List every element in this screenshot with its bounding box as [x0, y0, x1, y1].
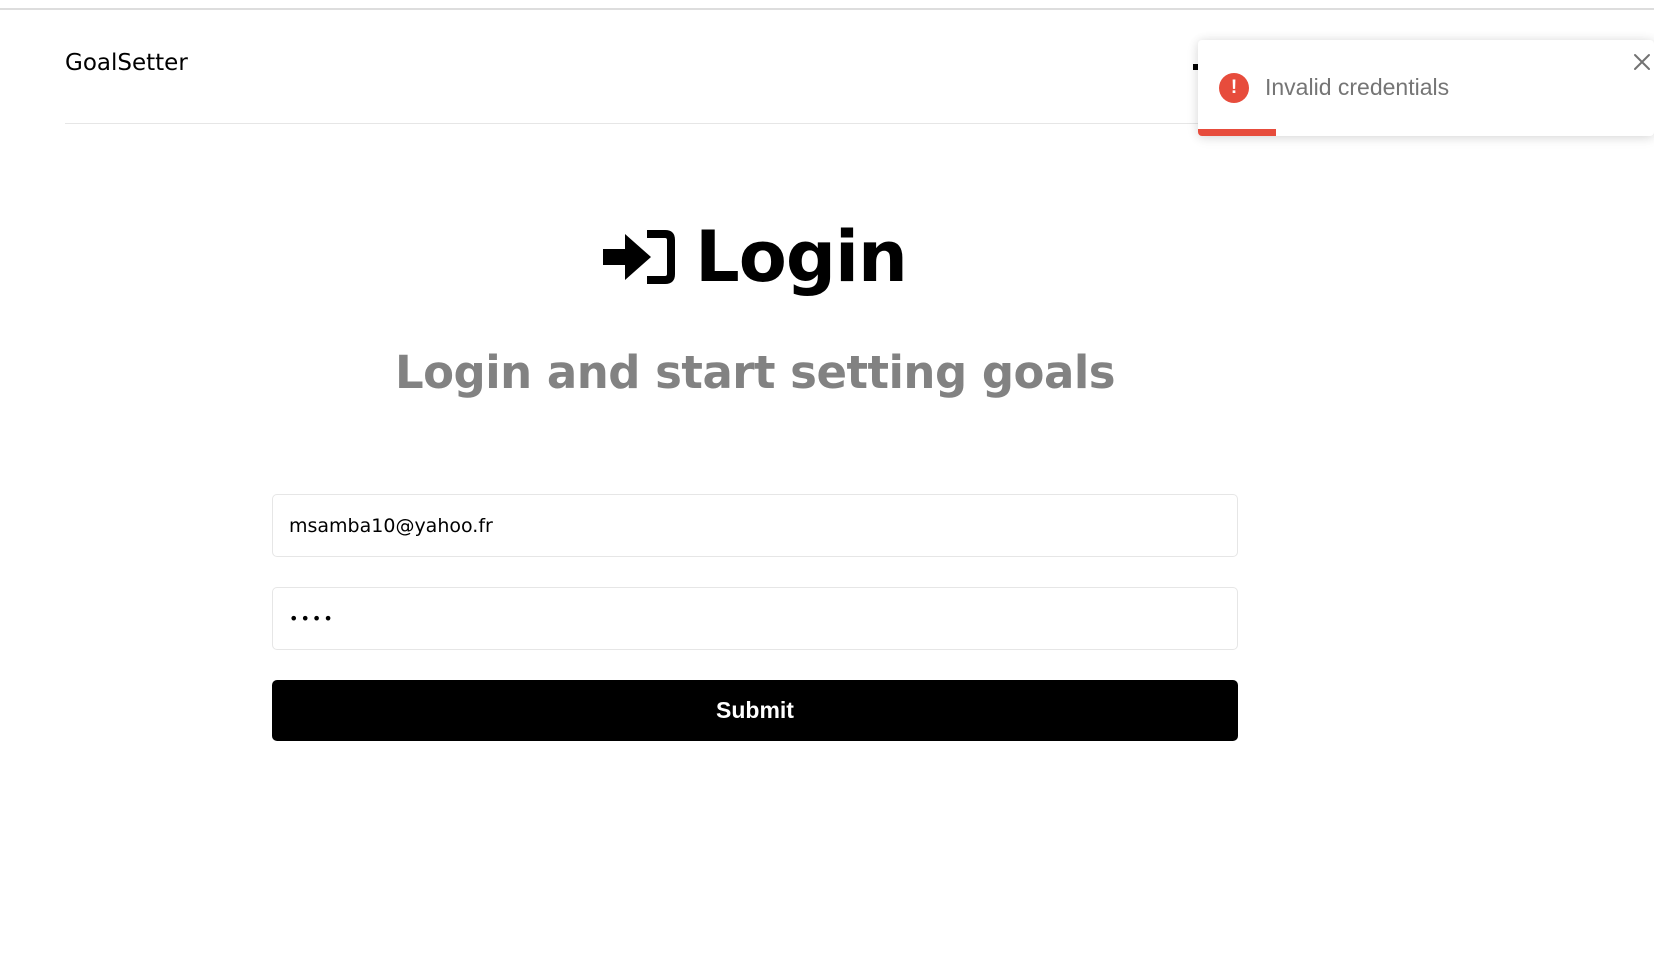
login-form: Submit	[272, 494, 1238, 741]
close-icon	[1634, 54, 1650, 70]
toast-progress-bar	[1198, 129, 1276, 136]
page-subtitle: Login and start setting goals	[394, 346, 1116, 399]
email-field[interactable]	[272, 494, 1238, 557]
page-title: Login	[695, 216, 908, 298]
brand-logo-link[interactable]: GoalSetter	[65, 52, 188, 75]
toast-close-button[interactable]	[1630, 50, 1654, 74]
submit-button[interactable]: Submit	[272, 680, 1238, 741]
sign-in-icon	[603, 230, 676, 284]
error-toast[interactable]: ! Invalid credentials	[1198, 40, 1654, 136]
site-header: GoalSetter	[65, 10, 1245, 124]
exclamation-circle-icon: !	[1219, 73, 1249, 103]
page-heading: Login	[0, 222, 1510, 292]
toast-message: Invalid credentials	[1265, 74, 1450, 100]
toast-progress-track	[1198, 129, 1654, 136]
password-field[interactable]	[272, 587, 1238, 650]
